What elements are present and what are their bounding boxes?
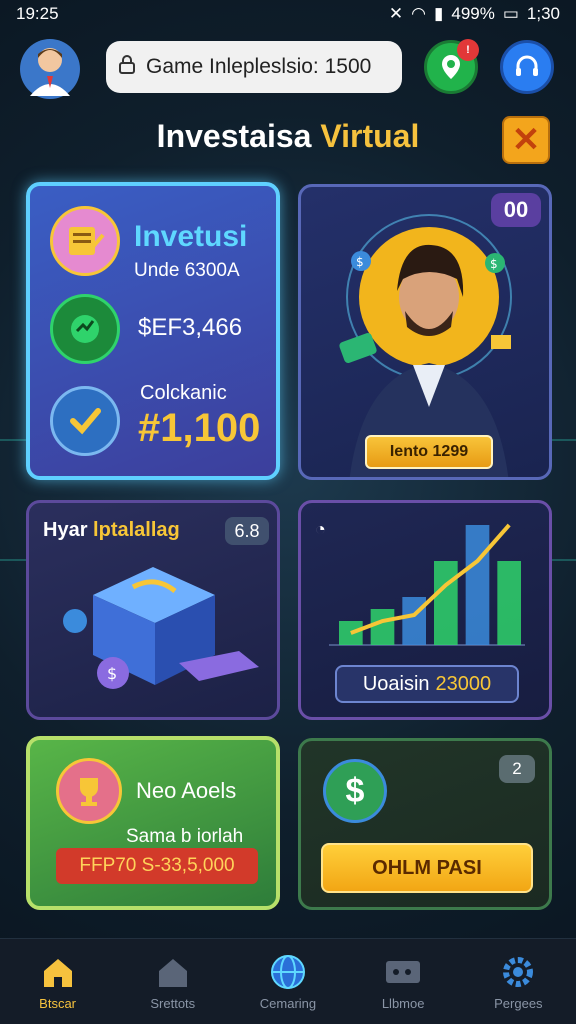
investment-title: Invetusi [134,220,248,253]
ticket-icon [383,952,423,992]
investment-card[interactable]: Invetusi Unde 6300A $EF3,466 Colckanic #… [26,182,280,480]
chart-card[interactable]: ◔ Uoaisin 23000 [298,500,552,720]
chart-total-button[interactable]: Uoaisin 23000 [335,665,519,703]
nav-label-globe: Cemaring [259,996,317,1011]
character-badge: 00 [491,193,541,227]
chart-bar [434,561,458,645]
growth-icon [50,294,120,364]
status-time-right: 1;30 [526,4,560,23]
page-title: Investaisa Virtual [0,118,576,155]
chart-bar [465,525,490,645]
globe-icon [268,952,308,992]
building-card[interactable]: Hyar lptalallag 6.8 $ [26,500,280,720]
search-text: Game Inlepleslsio: 1500 [146,55,372,78]
mute-icon: ✕ [388,4,404,23]
location-button[interactable]: ! [424,39,479,94]
offer-card[interactable]: Neo Aoels Sama b iorlah FFP70 S-33,5,000 [26,736,280,910]
chart-bar [370,609,395,645]
home-icon [38,952,78,992]
page-title-accent: Virtual [320,118,420,154]
header: Game Inlepleslsio: 1500 ! [0,36,576,102]
investment-subtitle: Unde 6300A [134,260,240,281]
avatar[interactable] [18,38,82,100]
offer-subtitle: Sama b iorlah [126,826,244,847]
bottom-nav: Btscar Srettots Cemaring Llbmoe Pergees [0,938,576,1024]
offer-title: Neo Aoels [136,778,237,803]
offer-price-pill[interactable]: FFP70 S-33,5,000 [56,848,258,884]
investment-big-value: #1,100 [138,406,261,450]
battery-percent: 499% [451,4,495,23]
page-title-main: Investaisa [156,118,312,154]
status-icons: ✕ ◠ ▮ 499% ▭ 1;30 [389,4,560,24]
character-price-pill[interactable]: Iento 1299 [365,435,493,469]
nav-item-home[interactable]: Btscar [8,952,108,1011]
nav-label-settings: Pergees [494,996,543,1011]
gear-icon [498,952,538,992]
svg-text:$: $ [356,255,364,269]
chart-bar [339,621,363,645]
nav-label-stats: Srettots [150,996,196,1011]
chart-plot [329,523,525,646]
dollar-coin-icon: $ [323,759,387,823]
status-bar: 19:25 ✕ ◠ ▮ 499% ▭ 1;30 [0,0,576,28]
lock-icon [118,54,136,80]
cash-card[interactable]: $ 2 OHLM PASI [298,738,552,910]
battery-icon: ▭ [502,4,519,23]
nav-label-tickets: Llbmoe [381,996,425,1011]
cash-action-button[interactable]: OHLM PASI [321,843,533,893]
support-button[interactable] [500,40,554,94]
building-illustration: $ [63,567,259,689]
signal-icon: ▮ [434,4,444,23]
notification-badge: ! [457,39,479,61]
wifi-icon: ◠ [411,4,426,23]
nav-item-stats[interactable]: Srettots [123,952,223,1011]
investment-value: $EF3,466 [138,314,243,341]
chart-button-label: Uoaisin [362,672,430,695]
chart-bar [497,561,521,645]
svg-text:$: $ [107,664,117,683]
nav-item-tickets[interactable]: Llbmoe [353,952,453,1011]
status-time: 19:25 [16,4,59,23]
trophy-icon [56,758,122,824]
headset-icon [516,55,538,76]
character-card[interactable]: $ $ 00 Iento 1299 [298,184,552,480]
close-button[interactable]: ✕ [502,116,550,164]
cash-badge: 2 [499,755,535,783]
nav-label-home: Btscar [39,996,77,1011]
close-icon: ✕ [511,121,541,159]
house-icon [153,952,193,992]
checkmark-icon [50,386,120,456]
chart-bar [402,597,426,645]
search-bar[interactable]: Game Inlepleslsio: 1500 [106,41,402,93]
portfolio-icon [50,206,120,276]
nav-item-globe[interactable]: Cemaring [238,952,338,1011]
chart-button-value: 23000 [435,672,492,695]
nav-item-settings[interactable]: Pergees [468,952,568,1011]
svg-text:$: $ [490,257,498,271]
investment-label: Colckanic [140,382,227,404]
